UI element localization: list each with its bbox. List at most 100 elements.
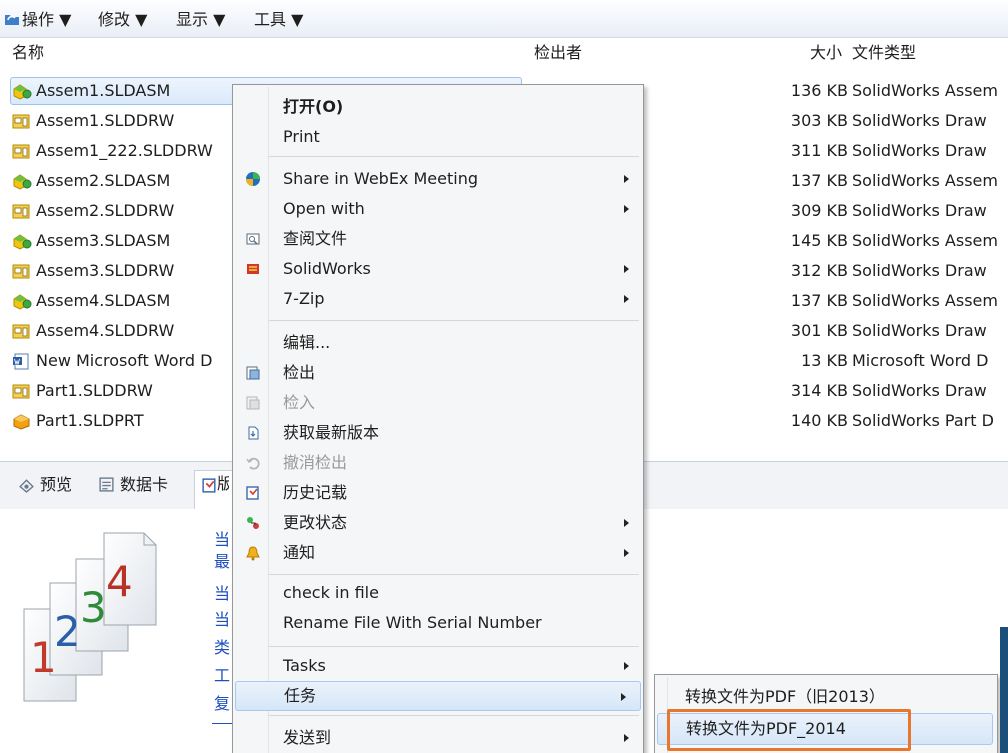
drawing-icon bbox=[12, 144, 30, 159]
page-number-2: 2 bbox=[54, 607, 81, 656]
version-link-latest[interactable]: 最 bbox=[214, 551, 230, 573]
menu-item-change-state[interactable]: 更改状态 bbox=[233, 508, 643, 538]
file-name: New Microsoft Word D bbox=[36, 351, 213, 370]
menu-item-send-to[interactable]: 发送到 bbox=[233, 723, 643, 753]
menu-item-edit[interactable]: 编辑... bbox=[233, 328, 643, 358]
file-type: SolidWorks Part D bbox=[852, 411, 994, 430]
menu-item-share-webex[interactable]: Share in WebEx Meeting bbox=[233, 164, 643, 194]
version-icon bbox=[202, 478, 216, 493]
menu-item-rename-serial-label: Rename File With Serial Number bbox=[283, 613, 542, 632]
menu-item-tasks[interactable]: Tasks bbox=[233, 651, 643, 681]
menu-operate[interactable]: 操作 ▼ bbox=[22, 9, 71, 31]
submenu-arrow-icon bbox=[624, 295, 629, 303]
page-number-3: 3 bbox=[80, 583, 107, 632]
menu-separator bbox=[269, 646, 639, 647]
submenu-arrow-icon bbox=[624, 265, 629, 273]
get-latest-icon bbox=[248, 426, 259, 440]
menu-item-undo-checkout-label: 撤消检出 bbox=[283, 453, 348, 472]
solidworks-icon bbox=[247, 264, 259, 274]
menu-item-print[interactable]: Print bbox=[233, 122, 643, 152]
submenu-arrow-icon bbox=[624, 734, 629, 742]
menu-item-history[interactable]: 历史记载 bbox=[233, 478, 643, 508]
submenu-arrow-icon bbox=[624, 519, 629, 527]
version-link-category[interactable]: 类 bbox=[214, 637, 230, 659]
menu-item-check-in-file-label: check in file bbox=[283, 583, 379, 602]
menu-display[interactable]: 显示 ▼ bbox=[176, 9, 225, 31]
menu-item-check-out[interactable]: 检出 bbox=[233, 358, 643, 388]
version-link-current-2[interactable]: 当 bbox=[214, 583, 230, 605]
history-icon bbox=[246, 486, 259, 500]
file-name: Assem3.SLDDRW bbox=[36, 261, 175, 280]
file-size: 145 KB bbox=[790, 231, 848, 250]
menu-item-send-to-label: 发送到 bbox=[283, 728, 332, 747]
menu-item-tasks-cn[interactable]: 任务 bbox=[235, 681, 641, 711]
menu-item-open-with[interactable]: Open with bbox=[233, 194, 643, 224]
column-type-header[interactable]: 文件类型 bbox=[852, 42, 916, 64]
folder-refresh-icon bbox=[5, 15, 19, 25]
menu-item-check-in-label: 检入 bbox=[283, 393, 316, 412]
menu-item-edit-label: 编辑... bbox=[283, 333, 331, 352]
file-size: 140 KB bbox=[790, 411, 848, 430]
file-name: Assem2.SLDASM bbox=[36, 171, 171, 190]
menu-item-check-in-file[interactable]: check in file bbox=[233, 578, 643, 608]
menu-item-get-latest[interactable]: 获取最新版本 bbox=[233, 418, 643, 448]
menu-item-open[interactable]: 打开(O) bbox=[233, 92, 643, 122]
file-type: SolidWorks Draw bbox=[852, 111, 987, 130]
file-size: 301 KB bbox=[790, 321, 848, 340]
file-size: 137 KB bbox=[790, 291, 848, 310]
check-in-icon bbox=[246, 396, 260, 410]
tab-datacard[interactable]: 数据卡 bbox=[98, 472, 168, 498]
word-icon bbox=[13, 353, 29, 370]
menu-item-check-in[interactable]: 检入 bbox=[233, 388, 643, 418]
version-link-copy[interactable]: 复 bbox=[214, 693, 230, 715]
version-link-workflow[interactable]: 工 bbox=[214, 665, 230, 687]
window-edge-strip bbox=[1000, 627, 1008, 753]
file-type: SolidWorks Assem bbox=[852, 231, 998, 250]
menu-item-check-out-label: 检出 bbox=[283, 363, 316, 382]
menu-item-solidworks[interactable]: SolidWorks bbox=[233, 254, 643, 284]
menu-item-undo-checkout[interactable]: 撤消检出 bbox=[233, 448, 643, 478]
tab-version[interactable]: 版 bbox=[194, 470, 234, 510]
menu-item-view-file[interactable]: 查阅文件 bbox=[233, 224, 643, 254]
drawing-icon bbox=[12, 384, 30, 399]
submenu-arrow-icon bbox=[624, 175, 629, 183]
datacard-icon bbox=[99, 477, 114, 492]
menu-modify[interactable]: 修改 ▼ bbox=[98, 9, 147, 31]
menu-item-change-state-label: 更改状态 bbox=[283, 513, 348, 532]
menu-tools[interactable]: 工具 ▼ bbox=[254, 9, 303, 31]
file-name: Assem1.SLDDRW bbox=[36, 111, 175, 130]
drawing-icon bbox=[12, 324, 30, 339]
menu-item-notify[interactable]: 通知 bbox=[233, 538, 643, 568]
tab-preview[interactable]: 预览 bbox=[18, 472, 72, 498]
file-type: SolidWorks Draw bbox=[852, 321, 987, 340]
page-number-1: 1 bbox=[30, 633, 57, 682]
menu-item-7zip[interactable]: 7-Zip bbox=[233, 284, 643, 314]
file-name: Assem1_222.SLDDRW bbox=[36, 141, 213, 160]
column-size-header[interactable]: 大小 bbox=[810, 42, 842, 64]
menu-item-notify-label: 通知 bbox=[283, 543, 316, 562]
menu-item-solidworks-label: SolidWorks bbox=[283, 259, 371, 278]
file-size: 303 KB bbox=[790, 111, 848, 130]
version-link-current-3[interactable]: 当 bbox=[214, 609, 230, 631]
file-list-header: 名称 检出者 大小 文件类型 bbox=[0, 38, 1008, 70]
file-size: 13 KB bbox=[801, 351, 848, 370]
column-checked-out-header[interactable]: 检出者 bbox=[534, 42, 582, 64]
file-size: 137 KB bbox=[790, 171, 848, 190]
undo-icon bbox=[246, 457, 260, 470]
submenu-arrow-icon bbox=[624, 205, 629, 213]
change-state-icon bbox=[247, 517, 259, 529]
tab-version-label: 版 bbox=[217, 474, 229, 493]
tab-datacard-label: 数据卡 bbox=[120, 475, 169, 494]
file-size: 309 KB bbox=[790, 201, 848, 220]
menu-separator bbox=[269, 156, 639, 157]
submenu-item-convert-pdf-old-label: 转换文件为PDF（旧2013） bbox=[685, 687, 885, 706]
file-name: Assem4.SLDDRW bbox=[36, 321, 175, 340]
version-link-current[interactable]: 当 bbox=[214, 529, 230, 551]
menu-item-rename-serial[interactable]: Rename File With Serial Number bbox=[233, 608, 643, 638]
column-name-header[interactable]: 名称 bbox=[12, 42, 44, 64]
menu-item-7zip-label: 7-Zip bbox=[283, 289, 325, 308]
menu-separator bbox=[269, 574, 639, 575]
menu-separator bbox=[269, 715, 639, 716]
check-out-icon bbox=[246, 366, 260, 380]
annotation-highlight-box bbox=[667, 709, 911, 751]
